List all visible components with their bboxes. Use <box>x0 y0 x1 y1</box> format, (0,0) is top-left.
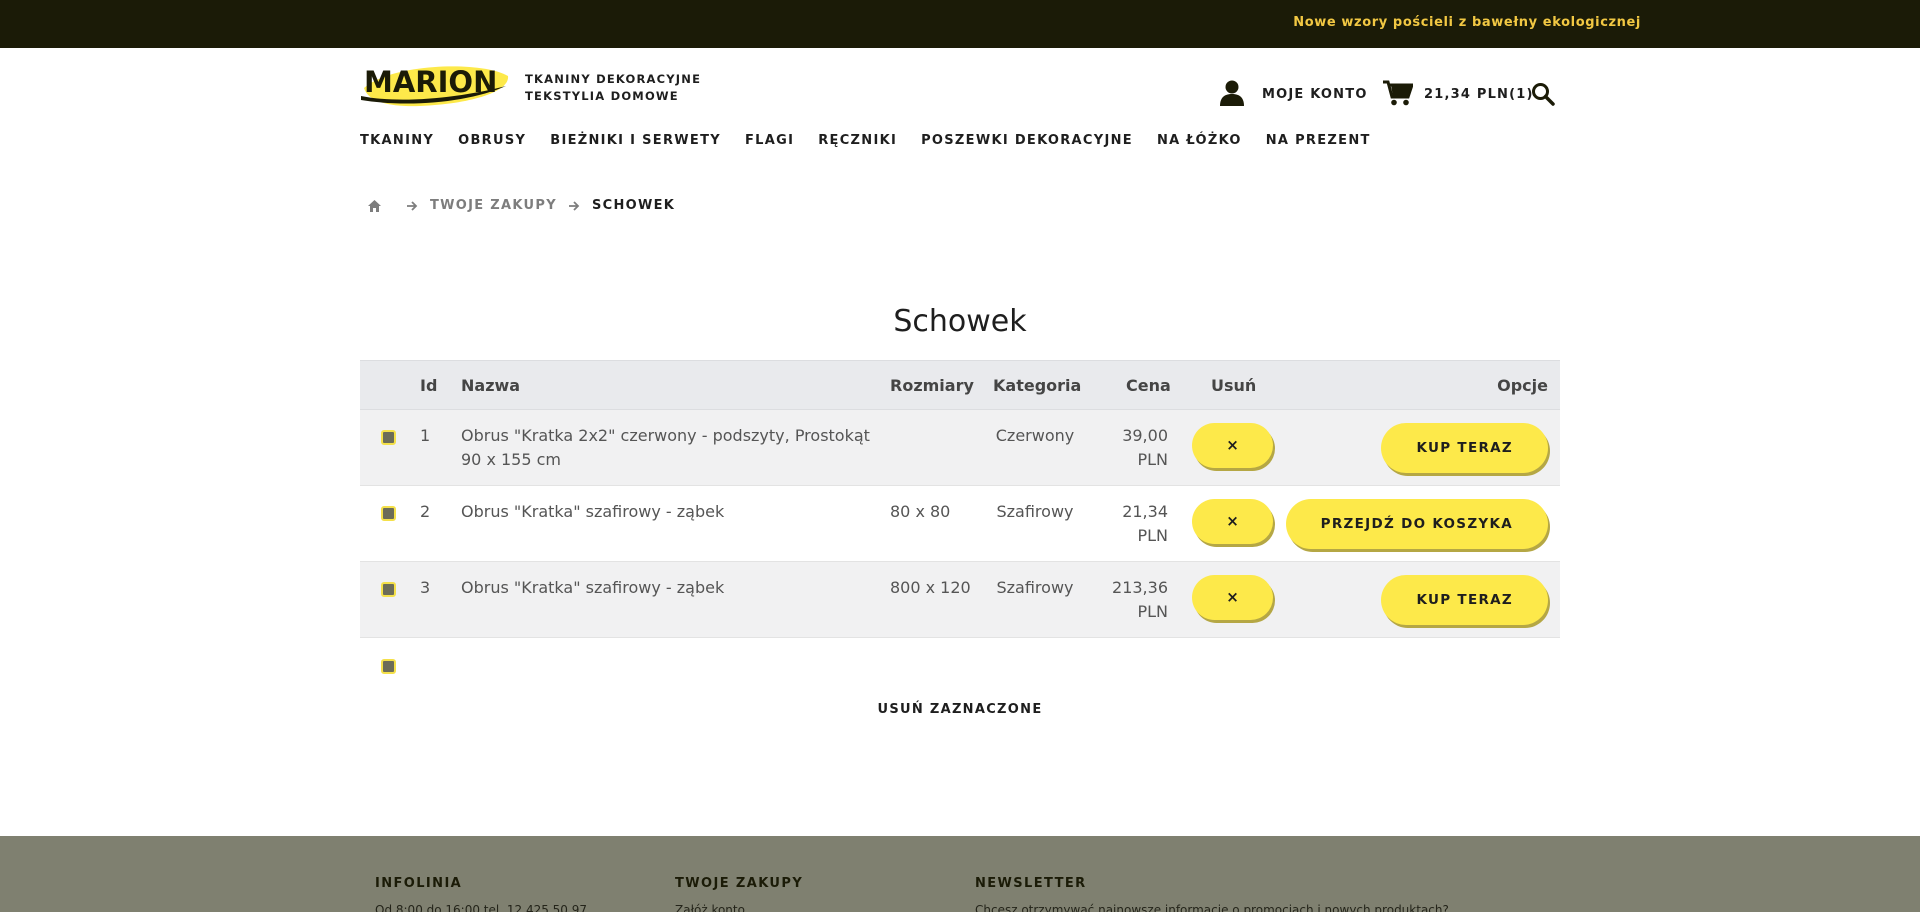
remove-item-button[interactable]: × <box>1192 575 1273 620</box>
price-value: 213,36 <box>1112 578 1168 597</box>
row-price: 213,36 PLN <box>1102 576 1168 624</box>
price-currency: PLN <box>1137 602 1168 621</box>
footer-heading: INFOLINIA <box>375 876 463 891</box>
footer-heading: NEWSLETTER <box>975 876 1087 891</box>
col-header-options: Opcje <box>1497 376 1548 395</box>
logo-text: MARION <box>364 65 497 99</box>
tagline-line1: TKANINY DEKORACYJNE <box>525 72 702 86</box>
nav-tkaniny[interactable]: TKANINY <box>360 133 434 148</box>
promo-bar: Nowe wzory pościeli z bawełny ekologiczn… <box>0 0 1920 48</box>
row-category: Szafirowy <box>996 578 1074 597</box>
row-id: 3 <box>420 578 431 597</box>
nav-na-lozko[interactable]: NA ŁÓŻKO <box>1157 133 1242 148</box>
promo-message[interactable]: Nowe wzory pościeli z bawełny ekologiczn… <box>1293 15 1641 30</box>
buy-now-button[interactable]: KUP TERAZ <box>1381 423 1548 473</box>
footer-heading: TWOJE ZAKUPY <box>675 876 804 891</box>
my-account-link[interactable]: MOJE KONTO <box>1220 80 1368 106</box>
table-row: 3 Obrus "Kratka" szafirowy - ząbek 800 x… <box>360 562 1560 638</box>
remove-item-button[interactable]: × <box>1192 499 1273 544</box>
row-size: 800 x 120 <box>890 578 971 597</box>
nav-obrusy[interactable]: OBRUSY <box>458 133 526 148</box>
footer-link-register[interactable]: Załóż konto <box>675 903 803 912</box>
price-currency: PLN <box>1137 526 1168 545</box>
row-name[interactable]: Obrus "Kratka 2x2" czerwony - podszyty, … <box>461 424 881 472</box>
logo[interactable]: MARION <box>360 58 510 110</box>
col-header-sizes: Rozmiary <box>890 376 974 395</box>
home-icon[interactable] <box>368 199 381 212</box>
user-icon <box>1220 80 1244 106</box>
breadcrumb-parent-link[interactable]: TWOJE ZAKUPY <box>430 198 557 213</box>
page-title: Schowek <box>893 304 1027 339</box>
delete-selected-button[interactable]: USUŃ ZAZNACZONE <box>0 702 1920 717</box>
nav-na-prezent[interactable]: NA PREZENT <box>1266 133 1371 148</box>
my-account-label: MOJE KONTO <box>1262 86 1368 102</box>
price-value: 39,00 <box>1122 426 1168 445</box>
footer-text: Od 8:00 do 16:00 tel. 12 425 50 97 <box>375 903 588 912</box>
tagline: TKANINY DEKORACYJNE TEKSTYLIA DOMOWE <box>525 71 701 105</box>
row-price: 21,34 PLN <box>1102 500 1168 548</box>
nav-reczniki[interactable]: RĘCZNIKI <box>818 133 897 148</box>
col-header-remove: Usuń <box>1211 376 1257 395</box>
arrow-right-icon <box>407 200 418 211</box>
row-id: 1 <box>420 426 431 445</box>
col-header-category: Kategoria <box>993 376 1082 395</box>
row-size: 80 x 80 <box>890 502 951 521</box>
main-nav: TKANINY OBRUSY BIEŻNIKI I SERWETY FLAGI … <box>360 133 1395 148</box>
go-to-cart-button[interactable]: PRZEJDŹ DO KOSZYKA <box>1285 499 1548 549</box>
price-value: 21,34 <box>1122 502 1168 521</box>
cart-link[interactable]: 21,34 PLN(1) <box>1383 80 1534 106</box>
footer-col-twoje-zakupy: TWOJE ZAKUPY Załóż konto <box>675 876 803 912</box>
row-checkbox[interactable] <box>381 582 396 597</box>
remove-item-button[interactable]: × <box>1192 423 1273 468</box>
row-price: 39,00 PLN <box>1102 424 1168 472</box>
col-header-name: Nazwa <box>461 376 521 395</box>
search-icon[interactable] <box>1531 82 1555 106</box>
footer-col-newsletter: NEWSLETTER Chcesz otrzymywać najnowsze i… <box>975 876 1449 912</box>
row-id: 2 <box>420 502 431 521</box>
breadcrumb: TWOJE ZAKUPY SCHOWEK <box>368 198 675 213</box>
nav-biezniki-i-serwety[interactable]: BIEŻNIKI I SERWETY <box>550 133 721 148</box>
row-name[interactable]: Obrus "Kratka" szafirowy - ząbek <box>461 500 881 524</box>
table-row: 2 Obrus "Kratka" szafirowy - ząbek 80 x … <box>360 486 1560 562</box>
cart-total: 21,34 PLN(1) <box>1424 86 1534 102</box>
wishlist-table: Id Nazwa Rozmiary Kategoria Cena Usuń Op… <box>360 360 1560 638</box>
table-header: Id Nazwa Rozmiary Kategoria Cena Usuń Op… <box>360 360 1560 410</box>
table-row: 1 Obrus "Kratka 2x2" czerwony - podszyty… <box>360 410 1560 486</box>
row-category: Szafirowy <box>996 502 1074 521</box>
cart-icon <box>1383 80 1413 106</box>
nav-flagi[interactable]: FLAGI <box>745 133 794 148</box>
buy-now-button[interactable]: KUP TERAZ <box>1381 575 1548 625</box>
tagline-line2: TEKSTYLIA DOMOWE <box>525 89 679 103</box>
col-header-price: Cena <box>1126 376 1171 395</box>
footer: INFOLINIA Od 8:00 do 16:00 tel. 12 425 5… <box>0 836 1920 912</box>
col-header-id: Id <box>420 376 438 395</box>
row-checkbox[interactable] <box>381 430 396 445</box>
row-category: Czerwony <box>995 426 1075 445</box>
row-name[interactable]: Obrus "Kratka" szafirowy - ząbek <box>461 576 881 600</box>
breadcrumb-current: SCHOWEK <box>591 198 676 213</box>
price-currency: PLN <box>1137 450 1168 469</box>
arrow-right-icon <box>568 200 580 211</box>
row-checkbox[interactable] <box>381 506 396 521</box>
footer-text: Chcesz otrzymywać najnowsze informacje o… <box>975 903 1449 912</box>
select-all-checkbox[interactable] <box>381 659 396 674</box>
footer-col-infolinia: INFOLINIA Od 8:00 do 16:00 tel. 12 425 5… <box>375 876 587 912</box>
nav-poszewki-dekoracyjne[interactable]: POSZEWKI DEKORACYJNE <box>921 133 1133 148</box>
